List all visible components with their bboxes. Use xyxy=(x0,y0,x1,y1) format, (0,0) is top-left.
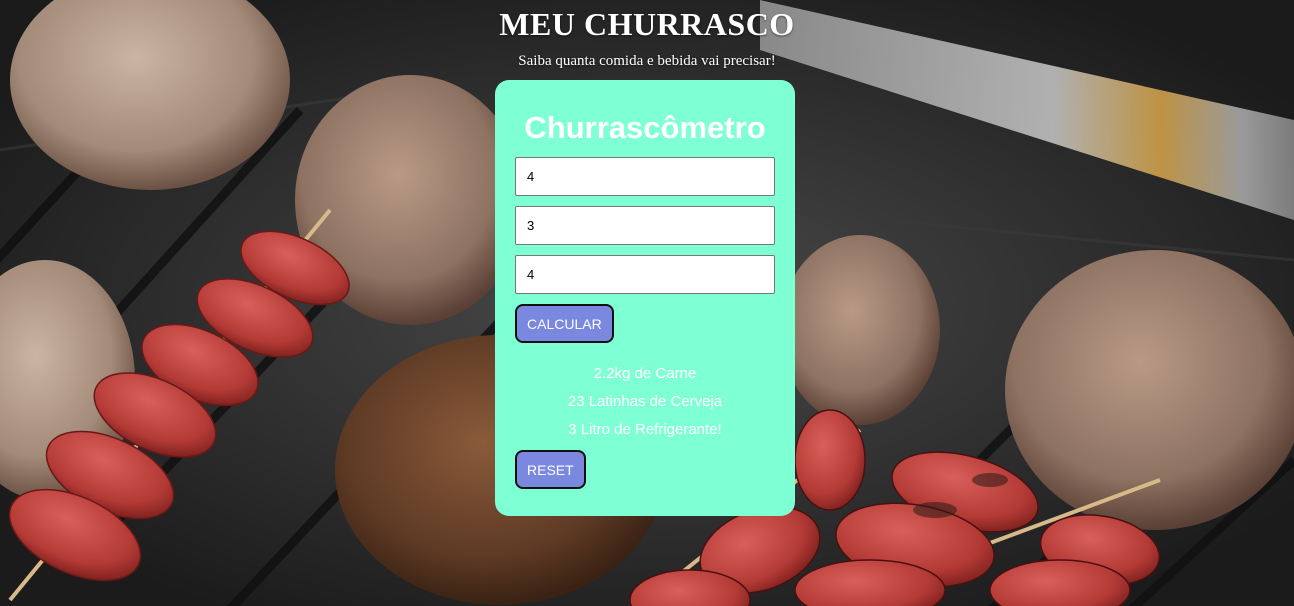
reset-button[interactable]: RESET xyxy=(515,450,586,489)
result-beer: 23 Latinhas de Cerveja xyxy=(567,393,723,410)
calculate-button[interactable]: CALCULAR xyxy=(515,304,614,343)
churrasco-calculator-card: Churrascômetro CALCULAR 2.2kg de Carne 2… xyxy=(495,80,795,516)
result-meat: 2.2kg de Carne xyxy=(593,365,697,382)
site-title: MEU CHURRASCO xyxy=(499,6,795,42)
page-header: MEU CHURRASCO Saiba quanta comida e bebi… xyxy=(0,0,1294,70)
results-panel: 2.2kg de Carne 23 Latinhas de Cerveja 3 … xyxy=(515,360,775,444)
children-input[interactable] xyxy=(515,206,775,245)
adults-input[interactable] xyxy=(515,157,775,196)
card-title: Churrascômetro xyxy=(524,110,766,145)
result-soda: 3 Litro de Refrigerante! xyxy=(568,421,722,438)
duration-input[interactable] xyxy=(515,255,775,294)
site-subtitle: Saiba quanta comida e bebida vai precisa… xyxy=(518,53,776,69)
